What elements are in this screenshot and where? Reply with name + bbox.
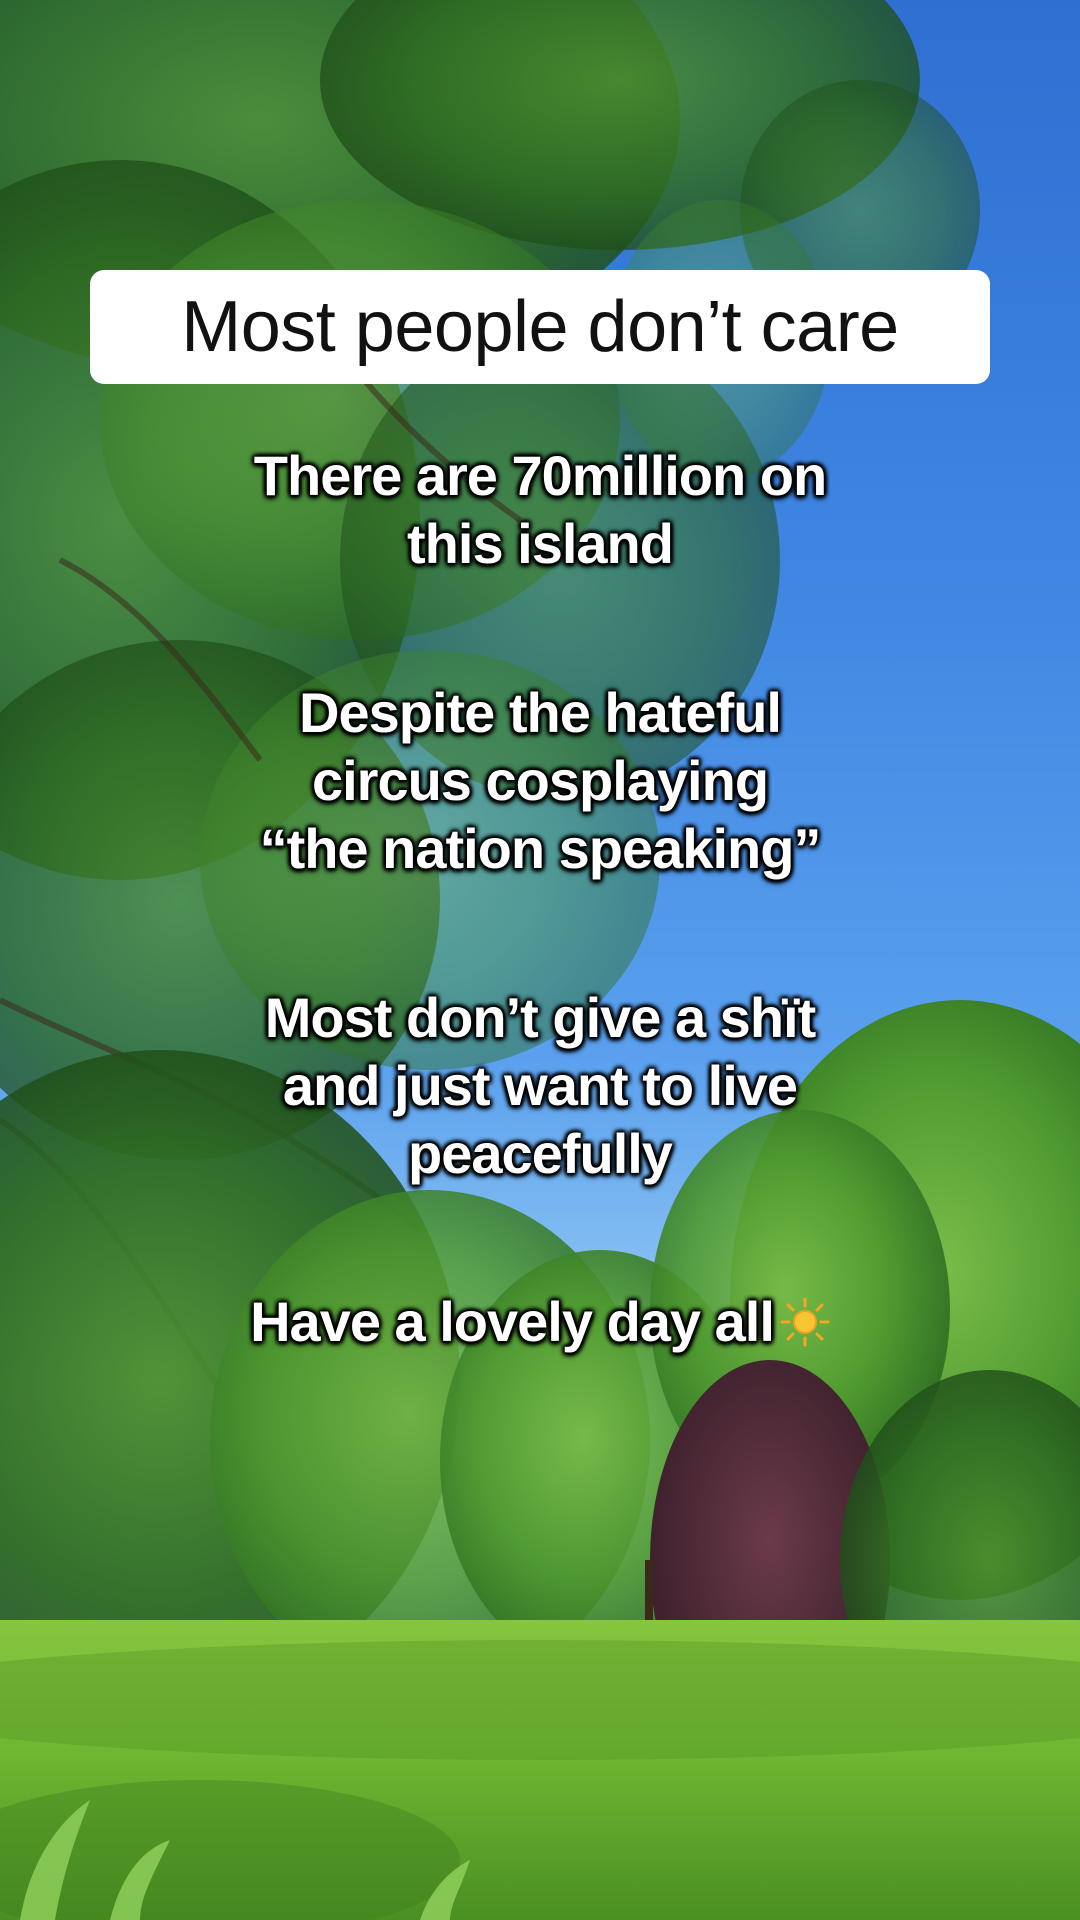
caption-line-2: Despite the hateful circus cosplaying “t… xyxy=(140,679,940,883)
caption-line-3: Most don’t give a shït and just want to … xyxy=(140,984,940,1188)
caption-line-4-text: Have a lovely day all xyxy=(250,1290,775,1353)
page-title: Most people don’t care xyxy=(181,287,899,367)
caption-line-2-text: Despite the hateful circus cosplaying “t… xyxy=(259,681,822,880)
caption-line-1: There are 70million on this island xyxy=(140,442,940,578)
sun-icon xyxy=(780,1294,830,1347)
photo-background: Most people don’t care There are 70milli… xyxy=(0,0,1080,1920)
caption-line-4: Have a lovely day all xyxy=(140,1288,940,1356)
title-banner: Most people don’t care xyxy=(90,270,990,384)
caption-line-1-text: There are 70million on this island xyxy=(253,444,827,575)
caption-line-3-text: Most don’t give a shït and just want to … xyxy=(264,986,816,1185)
